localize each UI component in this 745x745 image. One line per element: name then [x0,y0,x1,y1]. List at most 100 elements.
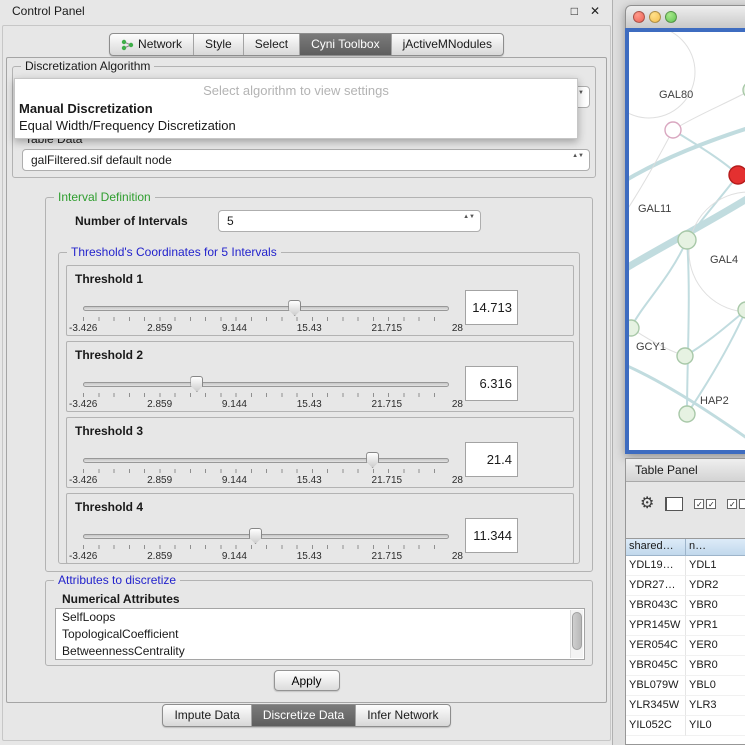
table-row[interactable]: YER054C YER0 [626,636,745,656]
float-window-icon[interactable]: □ [571,4,578,18]
numerical-attributes-list[interactable]: SelfLoops TopologicalCoefficient Between… [55,608,585,660]
network-node[interactable] [729,166,745,184]
node-attribute-table: shared… n… YDL19… YDL1 YDR27… YDR2 YBR04… [626,538,745,744]
table-cell-name[interactable]: YDR2 [686,576,745,596]
table-cell-shared-name[interactable]: YBR045C [626,656,686,676]
network-icon [121,39,134,51]
slider-track[interactable] [83,306,449,311]
threshold-4-value-field[interactable]: 11.344 [465,518,518,553]
table-row[interactable]: YDR27… YDR2 [626,576,745,596]
network-node[interactable] [665,122,681,138]
threshold-4-box: Threshold 4 -3.4262.859 9.14415.43 21.71… [66,493,574,564]
column-header-name[interactable]: n… [686,539,745,556]
checkbox-icon: ✓ [706,499,716,509]
list-scrollbar[interactable] [570,610,583,658]
select-all-columns-icon[interactable]: ✓✓ [694,499,716,509]
slider-tick-labels: -3.4262.859 9.14415.43 21.71528 [69,399,463,410]
table-cell-name[interactable]: YBR0 [686,596,745,616]
control-panel-titlebar: Control Panel □ ✕ [0,0,612,22]
slider-handle[interactable] [288,300,301,316]
algorithm-dropdown-menu: Select algorithm to view settings Manual… [14,78,578,139]
slider-track[interactable] [83,534,449,539]
dropdown-option-manual-discretization[interactable]: Manual Discretization [15,100,577,117]
top-tab-bar: Network Style Select Cyni Toolbox jActiv… [109,33,504,56]
threshold-3-value-field[interactable]: 21.4 [465,442,518,477]
checkbox-icon [739,499,745,509]
table-cell-name[interactable]: YPR1 [686,616,745,636]
threshold-4-slider[interactable]: -3.4262.859 9.14415.43 21.71528 [83,528,449,564]
attribute-list-item[interactable]: SelfLoops [56,609,584,626]
table-row[interactable]: YIL052C YIL0 [626,716,745,736]
slider-ticks [83,317,449,321]
network-canvas[interactable]: GAL80GAL11GAL4GCY1HAP2 [625,28,745,454]
table-cell-name[interactable]: YBL0 [686,676,745,696]
table-data-select[interactable]: galFiltered.sif default node ▲▼ [22,149,590,171]
apply-button[interactable]: Apply [273,670,339,691]
network-node[interactable] [629,320,639,336]
tab-jactivemnodules[interactable]: jActiveMNodules [391,34,503,55]
network-node[interactable] [678,231,696,249]
attributes-group-title: Attributes to discretize [54,573,180,587]
table-cell-name[interactable]: YER0 [686,636,745,656]
table-cell-shared-name[interactable]: YER054C [626,636,686,656]
tab-select[interactable]: Select [243,34,299,55]
network-edges-faint [629,32,745,356]
table-cell-name[interactable]: YIL0 [686,716,745,736]
table-cell-name[interactable]: YBR0 [686,656,745,676]
network-node[interactable] [679,406,695,422]
table-row[interactable]: YPR145W YPR1 [626,616,745,636]
table-cell-name[interactable]: YLR3 [686,696,745,716]
network-window-titlebar[interactable] [625,5,745,28]
dropdown-placeholder-option[interactable]: Select algorithm to view settings [15,79,577,100]
scrollbar-thumb[interactable] [572,612,582,650]
table-cell-shared-name[interactable]: YBR043C [626,596,686,616]
column-header-shared-name[interactable]: shared… [626,539,686,556]
threshold-1-slider[interactable]: -3.4262.859 9.14415.43 21.71528 [83,300,449,336]
tab-label: Infer Network [367,705,438,726]
table-row[interactable]: YLR345W YLR3 [626,696,745,716]
tab-style[interactable]: Style [193,34,243,55]
tab-network[interactable]: Network [110,34,193,55]
table-cell-name[interactable]: YDL1 [686,556,745,576]
zoom-traffic-light-icon[interactable] [665,11,677,23]
threshold-1-value-field[interactable]: 14.713 [465,290,518,325]
table-settings-gear-icon[interactable]: ⚙ [640,496,654,512]
minimize-traffic-light-icon[interactable] [649,11,661,23]
column-layout-icon[interactable] [665,497,683,511]
toggle-columns-icon[interactable]: ✓ [727,499,745,509]
tab-discretize-data[interactable]: Discretize Data [251,705,355,726]
thresholds-group-title: Threshold's Coordinates for 5 Intervals [67,245,281,259]
slider-tick-labels: -3.4262.859 9.14415.43 21.71528 [69,323,463,334]
table-row[interactable]: YDL19… YDL1 [626,556,745,576]
bottom-tab-bar: Impute Data Discretize Data Infer Networ… [162,704,450,727]
slider-handle[interactable] [366,452,379,468]
tab-label: Network [138,34,182,55]
slider-track[interactable] [83,458,449,463]
network-node[interactable] [677,348,693,364]
table-cell-shared-name[interactable]: YLR345W [626,696,686,716]
close-traffic-light-icon[interactable] [633,11,645,23]
tab-infer-network[interactable]: Infer Network [355,705,449,726]
table-cell-shared-name[interactable]: YPR145W [626,616,686,636]
close-window-icon[interactable]: ✕ [590,4,600,18]
slider-track[interactable] [83,382,449,387]
slider-handle[interactable] [190,376,203,392]
table-row[interactable]: YBR045C YBR0 [626,656,745,676]
number-of-intervals-select[interactable]: 5 ▲▼ [218,210,481,232]
threshold-2-slider[interactable]: -3.4262.859 9.14415.43 21.71528 [83,376,449,412]
attribute-list-item[interactable]: TopologicalCoefficient [56,626,584,643]
threshold-3-slider[interactable]: -3.4262.859 9.14415.43 21.71528 [83,452,449,488]
slider-handle[interactable] [249,528,262,544]
table-row[interactable]: YBL079W YBL0 [626,676,745,696]
table-cell-shared-name[interactable]: YBL079W [626,676,686,696]
attribute-list-item[interactable]: BetweennessCentrality [56,643,584,660]
table-cell-shared-name[interactable]: YDL19… [626,556,686,576]
tab-impute-data[interactable]: Impute Data [163,705,250,726]
tab-cyni-toolbox[interactable]: Cyni Toolbox [299,34,390,55]
table-cell-shared-name[interactable]: YDR27… [626,576,686,596]
table-row[interactable]: YBR043C YBR0 [626,596,745,616]
table-cell-shared-name[interactable]: YIL052C [626,716,686,736]
dropdown-option-equal-width-frequency[interactable]: Equal Width/Frequency Discretization [15,117,577,134]
threshold-2-value-field[interactable]: 6.316 [465,366,518,401]
network-node-label: GAL4 [710,254,738,266]
